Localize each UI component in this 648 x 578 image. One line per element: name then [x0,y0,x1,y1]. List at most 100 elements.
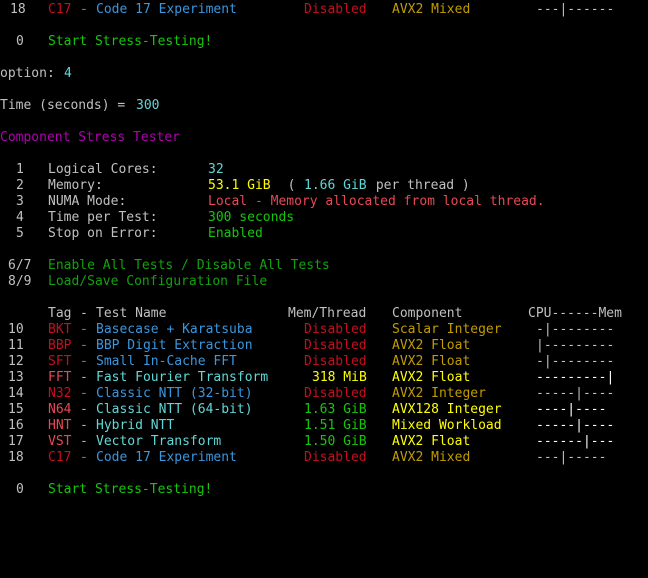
tag-separator: - [80,338,88,353]
tag-separator: - [80,2,88,17]
test-name: Classic NTT (32-bit) [96,386,253,401]
test-row-hnt[interactable]: 16 HNT - Hybrid NTT 1.51 GiB Mixed Workl… [0,418,614,434]
test-row-vst[interactable]: 17 VST - Vector Transform 1.50 GiB AVX2 … [0,434,614,450]
test-name: Code 17 Experiment [96,450,237,465]
header-cpu-mem: CPU------Mem [528,306,622,321]
time-prompt-value: 300 [136,98,160,113]
tag-separator: - [80,386,88,401]
tag-separator: - [80,418,88,433]
test-mem: 1.51 GiB [304,418,367,433]
test-row-bkt[interactable]: 10 BKT - Basecase + Karatsuba Disabled S… [0,322,614,338]
option-number: 12 [8,354,24,369]
option-number: 4 [16,210,24,225]
cpu-mem-bar: |--------- [536,338,615,353]
test-tag: HNT [48,418,72,433]
option-number: 8/9 [8,274,32,289]
cpu-mem-bar: -----|---- [536,418,615,433]
option-number: 18 [10,2,26,17]
toggle-all-tests[interactable]: 6/7 Enable All Tests / Disable All Tests [0,258,330,274]
option-number: 18 [8,450,24,465]
setting-label: Memory: [48,178,103,193]
test-component: AVX2 Integer [392,386,486,401]
test-component: AVX2 Mixed [392,450,471,465]
tag-separator: - [80,450,88,465]
test-name: Vector Transform [96,434,222,449]
tag-separator: - [80,434,88,449]
setting-extra-close: per thread ) [368,178,470,193]
test-name: Code 17 Experiment [96,2,237,17]
test-mem: 1.50 GiB [304,434,367,449]
test-tag: C17 [48,450,72,465]
test-name: BBP Digit Extraction [96,338,253,353]
cpu-mem-bar: ----|---- [536,402,607,417]
test-mem: 318 MiB [312,370,367,385]
test-mem: 1.63 GiB [304,402,367,417]
menu-title: Component Stress Tester [0,130,181,145]
test-component: Mixed Workload [392,418,502,433]
load-save-config[interactable]: 8/9 Load/Save Configuration File [0,274,267,290]
test-component: AVX2 Mixed [392,2,471,17]
setting-value: Enabled [208,226,263,241]
test-row-top[interactable]: 18 C17 - Code 17 Experiment Disabled AVX… [0,2,614,18]
cpu-mem-bar: ---------| [536,370,615,385]
test-component: AVX2 Float [392,370,471,385]
cpu-mem-bar: ---|------ [536,2,615,17]
setting-numa-mode[interactable]: 3 NUMA Mode: Local - Memory allocated fr… [0,194,545,210]
table-header: Tag - Test Name Mem/Thread Component CPU… [0,306,622,322]
tag-separator: - [80,322,88,337]
cpu-mem-bar: -----|---- [536,386,615,401]
option-number: 1 [16,162,24,177]
cpu-mem-bar: -|-------- [536,354,615,369]
toggle-label: Load/Save Configuration File [48,274,268,289]
option-number: 0 [16,34,24,49]
option-number: 13 [8,370,24,385]
setting-value: 300 seconds [208,210,295,225]
test-row-bbp[interactable]: 11 BBP - BBP Digit Extraction Disabled A… [0,338,614,354]
terminal-window: { "top_row": {"num":"18","tag":"C17","se… [0,0,648,507]
header-test-name: Test Name [96,306,167,321]
test-component: Scalar Integer [392,322,502,337]
test-row-sft[interactable]: 12 SFT - Small In-Cache FFT Disabled AVX… [0,354,614,370]
test-component: AVX2 Float [392,354,471,369]
toggle-label: Enable All Tests / Disable All Tests [48,258,330,273]
time-prompt: Time (seconds) = 300 [0,98,159,114]
test-row-fft[interactable]: 13 FFT - Fast Fourier Transform 318 MiB … [0,370,614,386]
test-mem: Disabled [304,322,367,337]
test-row-n32[interactable]: 14 N32 - Classic NTT (32-bit) Disabled A… [0,386,614,402]
test-name: Hybrid NTT [96,418,175,433]
menu-title-line: Component Stress Tester [0,130,180,146]
test-mem: Disabled [304,450,367,465]
test-tag: SFT [48,354,72,369]
setting-stop-on-error[interactable]: 5 Stop on Error: Enabled [0,226,263,242]
test-tag: N64 [48,402,72,417]
test-tag: BKT [48,322,72,337]
start-option-bottom[interactable]: 0 Start Stress-Testing! [0,482,212,498]
test-component: AVX2 Float [392,338,471,353]
header-separator: - [80,306,88,321]
option-number: 10 [8,322,24,337]
setting-extra-value: 1.66 GiB [304,178,367,193]
setting-logical-cores[interactable]: 1 Logical Cores: 32 [0,162,224,178]
setting-label: NUMA Mode: [48,194,127,209]
test-row-n64[interactable]: 15 N64 - Classic NTT (64-bit) 1.63 GiB A… [0,402,606,418]
setting-memory[interactable]: 2 Memory: 53.1 GiB ( 1.66 GiB per thread… [0,178,470,194]
setting-label: Time per Test: [48,210,158,225]
test-name: Classic NTT (64-bit) [96,402,253,417]
header-component: Component [392,306,463,321]
test-tag: C17 [48,2,72,17]
test-tag: BBP [48,338,72,353]
option-prompt-label: option: [0,66,63,81]
test-mem: Disabled [304,2,367,17]
start-option-top[interactable]: 0 Start Stress-Testing! [0,34,212,50]
test-tag: VST [48,434,72,449]
setting-time-per-test[interactable]: 4 Time per Test: 300 seconds [0,210,294,226]
test-row-c17[interactable]: 18 C17 - Code 17 Experiment Disabled AVX… [0,450,606,466]
start-stress-test-label: Start Stress-Testing! [48,34,213,49]
option-number: 17 [8,434,24,449]
test-component: AVX2 Float [392,434,471,449]
option-number: 0 [16,482,24,497]
cpu-mem-bar: -|-------- [536,322,615,337]
tag-separator: - [80,370,88,385]
setting-value: Local - Memory allocated from local thre… [208,194,545,209]
cpu-mem-bar: ---|----- [536,450,607,465]
